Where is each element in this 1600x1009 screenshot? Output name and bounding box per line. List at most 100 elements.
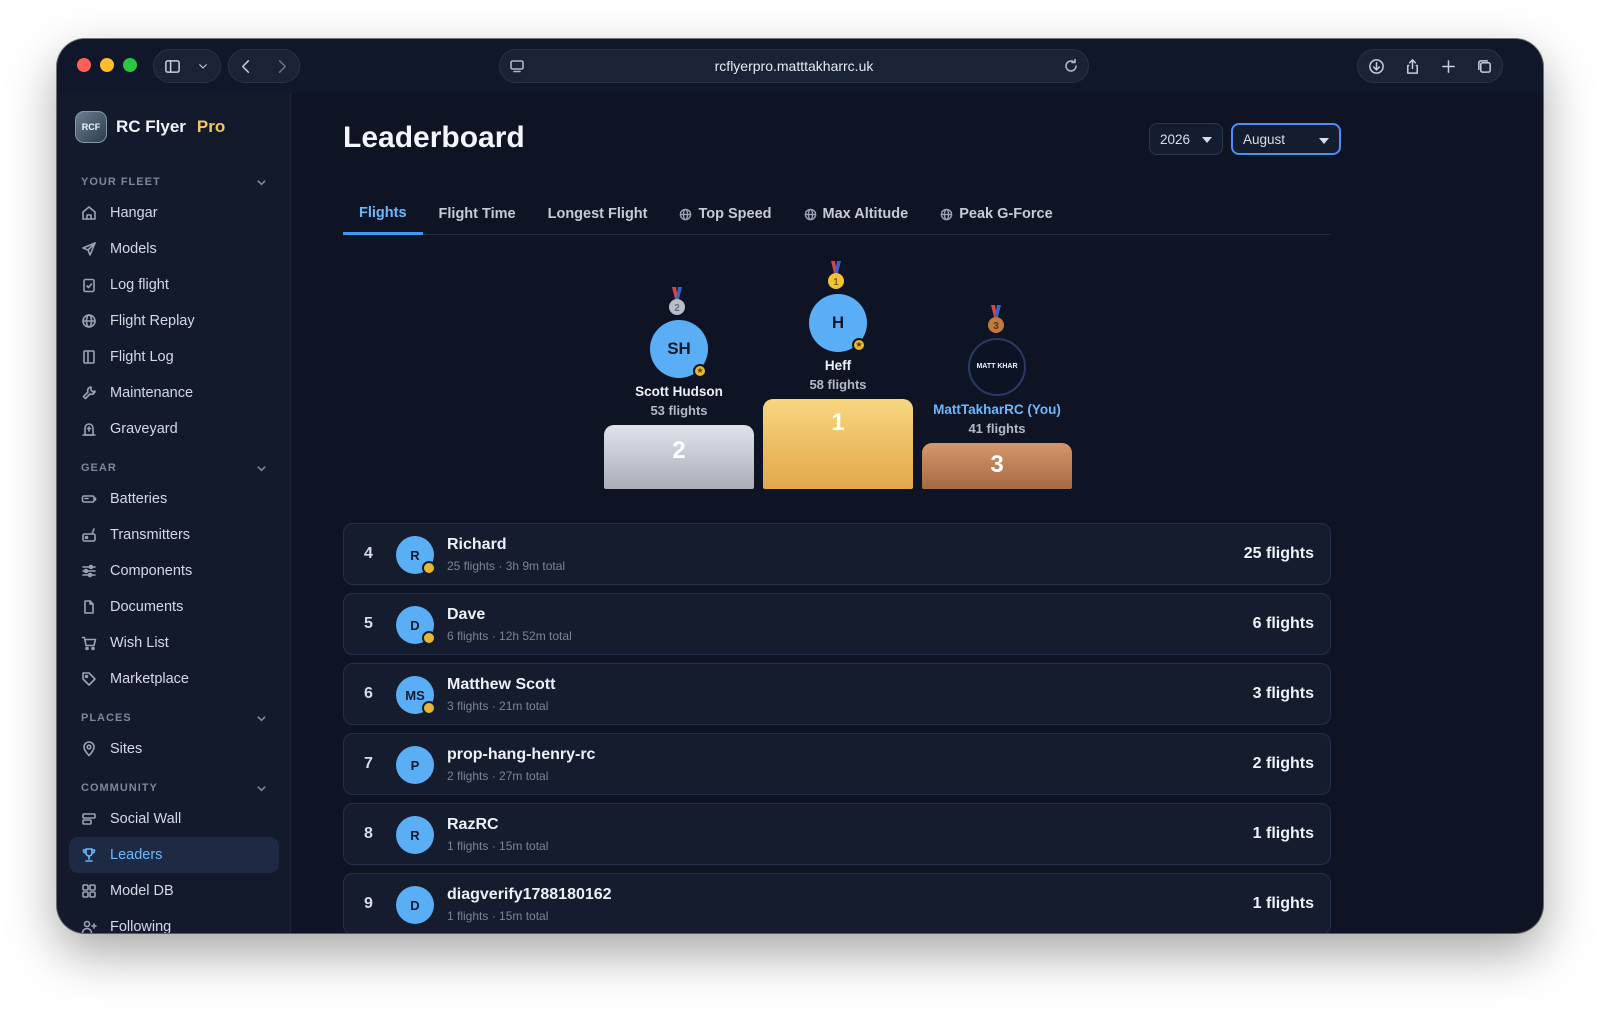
reload-icon[interactable]: [1063, 58, 1079, 77]
sidebar-item-model-db[interactable]: Model DB: [69, 873, 279, 909]
minimize-window-button[interactable]: [100, 58, 114, 72]
row-subtitle: 2 flights · 27m total: [447, 769, 549, 783]
section-community[interactable]: COMMUNITY: [69, 775, 279, 801]
forward-arrow-icon[interactable]: [264, 50, 299, 82]
sidebar-item-marketplace[interactable]: Marketplace: [69, 661, 279, 697]
leaderboard-row[interactable]: 7 P prop-hang-henry-rc 2 flights · 27m t…: [343, 733, 1331, 795]
star-badge-icon: [422, 631, 436, 645]
silver-medal-icon: 2: [669, 287, 685, 315]
new-tab-plus-icon[interactable]: [1430, 50, 1466, 82]
sidebar-item-log-flight[interactable]: Log flight: [69, 267, 279, 303]
chevron-down-icon[interactable]: [190, 50, 216, 82]
section-gear[interactable]: GEAR: [69, 455, 279, 481]
sidebar-item-documents[interactable]: Documents: [69, 589, 279, 625]
tab-label: Flight Time: [438, 206, 516, 222]
back-arrow-icon[interactable]: [229, 50, 264, 82]
tab-label: Peak G-Force: [959, 206, 1053, 222]
section-title: GEAR: [81, 462, 117, 474]
year-select-value: 2026: [1160, 131, 1191, 147]
row-rank: 5: [364, 615, 373, 632]
browser-window: rcflyerpro.matttakharrc.uk RCF RC Flyer: [57, 39, 1543, 933]
year-select[interactable]: 2026: [1149, 123, 1223, 155]
podium-flights: 41 flights: [968, 421, 1026, 436]
chevron-down-icon: [257, 179, 266, 186]
sidebar-item-transmitters[interactable]: Transmitters: [69, 517, 279, 553]
row-count: 2 flights: [1252, 755, 1314, 772]
download-icon[interactable]: [1358, 50, 1394, 82]
star-badge-icon: ★: [693, 364, 707, 378]
row-rank: 4: [364, 545, 373, 562]
tab-top-speed[interactable]: Top Speed: [663, 193, 787, 235]
chevron-down-icon: [257, 785, 266, 792]
close-window-button[interactable]: [77, 58, 91, 72]
address-bar[interactable]: rcflyerpro.matttakharrc.uk: [499, 49, 1089, 83]
svg-text:1: 1: [833, 277, 839, 288]
sidebar-item-wish-list[interactable]: Wish List: [69, 625, 279, 661]
leaderboard-row[interactable]: 6 MS Matthew Scott 3 flights · 21m total…: [343, 663, 1331, 725]
wrench-icon: [82, 386, 96, 400]
svg-text:3: 3: [993, 321, 999, 332]
sidebar-item-models[interactable]: Models: [69, 231, 279, 267]
tab-flights[interactable]: Flights: [343, 193, 423, 235]
sidebar-item-flight-replay[interactable]: Flight Replay: [69, 303, 279, 339]
sidebar-item-label: Batteries: [110, 491, 168, 507]
tab-max-altitude[interactable]: Max Altitude: [788, 193, 925, 235]
leaderboard-row[interactable]: 5 D Dave 6 flights · 12h 52m total 6 fli…: [343, 593, 1331, 655]
bronze-medal-icon: 3: [988, 305, 1004, 333]
sidebar-item-hangar[interactable]: Hangar: [69, 195, 279, 231]
sidebar: RCF RC Flyer Pro YOUR FLEET Hangar Model…: [57, 93, 291, 933]
tab-label: Top Speed: [698, 206, 772, 222]
home-icon: [82, 206, 96, 220]
section-places[interactable]: PLACES: [69, 705, 279, 731]
avatar: P: [396, 746, 434, 784]
book-icon: [83, 350, 95, 364]
row-count: 25 flights: [1243, 545, 1314, 562]
brand-name: RC Flyer: [116, 117, 186, 136]
sidebar-item-following[interactable]: Following: [69, 909, 279, 933]
browser-actions-group: [1357, 49, 1503, 83]
tab-peak-g-force[interactable]: Peak G-Force: [924, 193, 1069, 235]
row-count: 3 flights: [1252, 685, 1314, 702]
section-your-fleet[interactable]: YOUR FLEET: [69, 169, 279, 195]
avatar: R: [396, 816, 434, 854]
sidebar-item-label: Social Wall: [110, 811, 182, 827]
leaderboard-row[interactable]: 8 R RazRC 1 flights · 15m total 1 flight…: [343, 803, 1331, 865]
sidebar-item-graveyard[interactable]: Graveyard: [69, 411, 279, 447]
sidebar-item-sites[interactable]: Sites: [69, 731, 279, 767]
sidebar-item-label: Model DB: [110, 883, 174, 899]
sidebar-item-flight-log[interactable]: Flight Log: [69, 339, 279, 375]
sidebar-item-leaders[interactable]: Leaders: [69, 837, 279, 873]
sidebar-item-components[interactable]: Components: [69, 553, 279, 589]
star-badge-icon: [422, 701, 436, 715]
sidebar-item-social-wall[interactable]: Social Wall: [69, 801, 279, 837]
chevron-down-icon: [257, 465, 266, 472]
browser-toolbar: rcflyerpro.matttakharrc.uk: [57, 39, 1543, 93]
sidebar-item-label: Marketplace: [110, 671, 189, 687]
share-icon[interactable]: [1394, 50, 1430, 82]
zoom-window-button[interactable]: [123, 58, 137, 72]
brand[interactable]: RCF RC Flyer Pro: [75, 111, 225, 143]
sidebar-toggle-icon[interactable]: [154, 50, 190, 82]
page-settings-icon[interactable]: [509, 58, 525, 77]
leaderboard-row[interactable]: 4 R Richard 25 flights · 3h 9m total 25 …: [343, 523, 1331, 585]
row-rank: 8: [364, 825, 373, 842]
row-subtitle: 1 flights · 15m total: [447, 839, 549, 853]
sidebar-item-maintenance[interactable]: Maintenance: [69, 375, 279, 411]
row-name: Dave: [447, 606, 486, 623]
tab-flight-time[interactable]: Flight Time: [423, 193, 532, 235]
podium-flights: 53 flights: [650, 403, 708, 418]
tab-longest-flight[interactable]: Longest Flight: [532, 193, 664, 235]
wall-icon: [82, 813, 96, 825]
map-pin-icon: [83, 741, 95, 757]
sidebar-item-label: Maintenance: [110, 385, 194, 401]
tab-overview-icon[interactable]: [1466, 50, 1502, 82]
leaderboard-row[interactable]: 9 D diagverify1788180162 1 flights · 15m…: [343, 873, 1331, 933]
month-select[interactable]: August: [1231, 123, 1341, 155]
row-rank: 7: [364, 755, 373, 772]
row-subtitle: 1 flights · 15m total: [447, 909, 549, 923]
sidebar-item-label: Documents: [110, 599, 184, 615]
section-title: PLACES: [81, 712, 132, 724]
sidebar-item-label: Flight Replay: [110, 313, 195, 329]
podium-name: Scott Hudson: [635, 384, 723, 399]
sidebar-item-batteries[interactable]: Batteries: [69, 481, 279, 517]
